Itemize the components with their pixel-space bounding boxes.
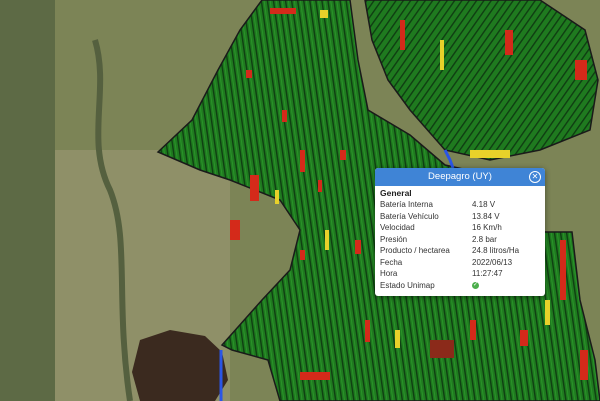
row-value: 11:27:47 bbox=[472, 269, 503, 278]
close-icon[interactable]: ✕ bbox=[529, 171, 541, 183]
info-row: Batería Vehículo 13.84 V bbox=[375, 211, 545, 223]
row-value: 13.84 V bbox=[472, 211, 500, 221]
popup-header: Deepagro (UY) ✕ bbox=[375, 168, 545, 186]
row-label: Estado Unimap bbox=[380, 280, 435, 290]
info-row: Presión 2.8 bar bbox=[375, 234, 545, 246]
row-label: Producto / hectarea bbox=[380, 246, 450, 255]
row-value: 16 Km/h bbox=[472, 223, 502, 232]
info-row: Fecha 2022/06/13 bbox=[375, 257, 545, 269]
info-row: Estado Unimap ✓ bbox=[375, 280, 545, 292]
row-value: 2022/06/13 bbox=[472, 257, 513, 267]
info-row: Hora 11:27:47 bbox=[375, 268, 545, 280]
info-row: Velocidad 16 Km/h bbox=[375, 222, 545, 234]
row-label: Batería Vehículo bbox=[380, 211, 439, 221]
popup-title: Deepagro (UY) bbox=[428, 171, 492, 182]
check-circle-icon: ✓ bbox=[472, 281, 479, 289]
row-value: 24.8 litros/Ha bbox=[472, 246, 520, 255]
row-label: Presión bbox=[380, 234, 408, 244]
row-label: Fecha bbox=[380, 257, 403, 267]
row-value: 4.18 V bbox=[472, 200, 496, 209]
info-row: Batería Interna 4.18 V bbox=[375, 199, 545, 211]
row-value: 2.8 bar bbox=[472, 234, 497, 244]
row-value: ✓ bbox=[472, 280, 545, 292]
row-label: Velocidad bbox=[380, 223, 415, 232]
device-info-popup: Deepagro (UY) ✕ General Batería Interna 4… bbox=[375, 168, 545, 296]
row-label: Hora bbox=[380, 269, 398, 278]
section-title: General bbox=[380, 188, 412, 198]
row-label: Batería Interna bbox=[380, 200, 433, 209]
pasture-left bbox=[0, 0, 55, 401]
info-row: Producto / hectarea 24.8 litros/Ha bbox=[375, 245, 545, 257]
